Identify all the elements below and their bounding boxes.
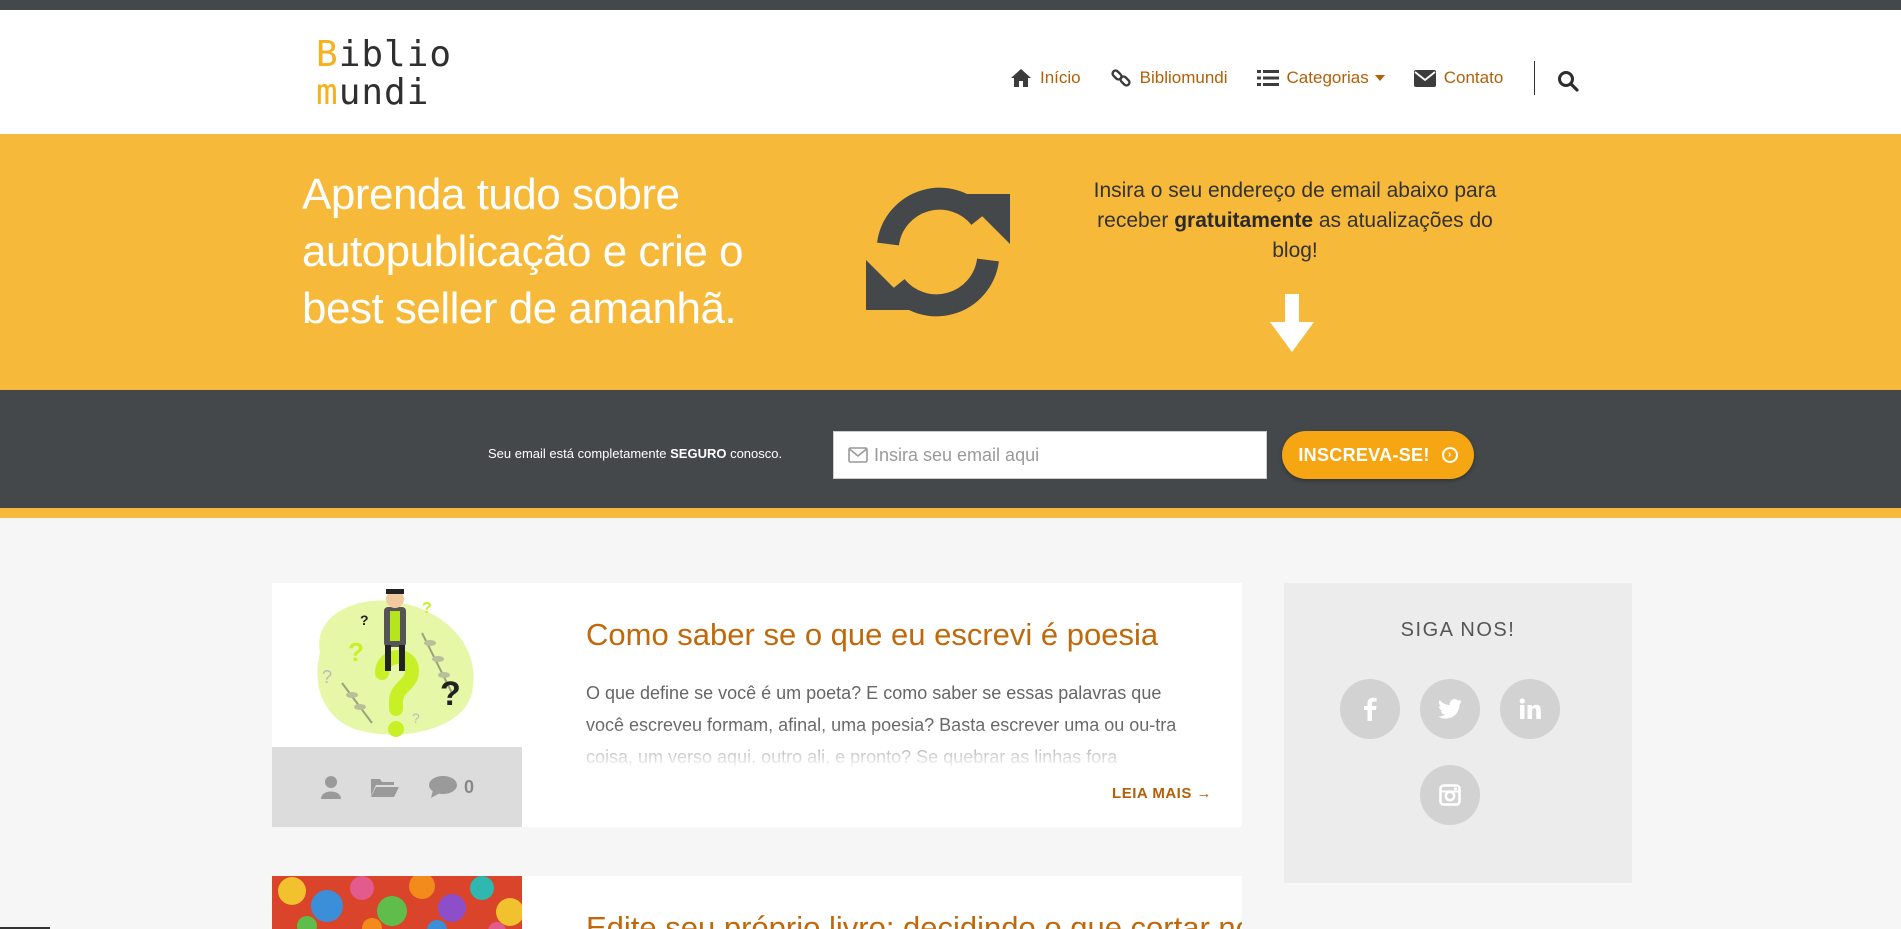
linkedin-button[interactable]	[1500, 679, 1560, 739]
logo-letter: m	[316, 72, 339, 113]
author-link[interactable]	[320, 775, 342, 799]
envelope-icon	[1413, 69, 1436, 87]
svg-text:?: ?	[422, 600, 432, 617]
post-card: ? ? ? ? ? ? 0 Como saber se o que eu esc…	[272, 583, 1242, 827]
search-icon	[1558, 71, 1579, 92]
subscribe-label: INSCREVA-SE!	[1298, 444, 1430, 465]
nav-item-bibliomundi[interactable]: Bibliomundi	[1110, 67, 1228, 89]
note-text: Seu email está completamente	[488, 446, 671, 461]
privacy-note: Seu email está completamente SEGURO cono…	[488, 446, 782, 461]
post-title[interactable]: Como saber se o que eu escrevi é poesia	[586, 617, 1158, 653]
site-logo[interactable]: Biblio mundi	[312, 28, 452, 118]
instagram-button[interactable]	[1420, 765, 1480, 825]
newsletter-signup: Seu email está completamente SEGURO cono…	[0, 390, 1901, 518]
chevron-down-icon	[1374, 75, 1385, 81]
logo-letter: B	[316, 34, 339, 75]
post-title[interactable]: Edite seu próprio livro: decidindo o que…	[586, 910, 1242, 929]
post-thumbnail[interactable]: ? ? ? ? ? ?	[272, 583, 522, 747]
facebook-icon	[1364, 697, 1377, 721]
nav-item-inicio[interactable]: Início	[1010, 68, 1081, 88]
main-nav: Início Bibliomundi Categorias Contato	[1010, 54, 1579, 102]
nav-item-categorias[interactable]: Categorias	[1256, 68, 1385, 88]
twitter-icon	[1438, 699, 1462, 719]
svg-text:?: ?	[348, 637, 364, 667]
category-link[interactable]	[370, 776, 400, 798]
nav-label: Bibliomundi	[1139, 68, 1228, 87]
svg-text:?: ?	[440, 675, 461, 713]
twitter-button[interactable]	[1420, 679, 1480, 739]
note-text: conosco.	[726, 446, 783, 461]
refresh-icon	[860, 174, 1016, 335]
svg-text:?: ?	[412, 710, 420, 726]
arrow-right-circle-icon: ›	[1441, 447, 1458, 463]
user-icon	[320, 776, 341, 799]
list-icon	[1256, 70, 1279, 86]
comments-link[interactable]: 0	[428, 775, 474, 799]
subscribe-button[interactable]: INSCREVA-SE! ›	[1282, 431, 1474, 479]
site-header: Biblio mundi Início Bibliomundi Categori…	[0, 10, 1901, 134]
link-icon	[1111, 69, 1131, 87]
logo-text: undi	[338, 72, 430, 113]
nav-divider	[1534, 61, 1536, 95]
top-strip	[0, 0, 1901, 10]
email-input[interactable]	[874, 444, 1254, 466]
post-card: Edite seu próprio livro: decidindo o que…	[272, 876, 1242, 929]
sidebar-title: SIGA NOS!	[1400, 619, 1516, 641]
logo-text: iblio	[338, 34, 453, 75]
post-excerpt: O que define se você é um poeta? E como …	[586, 677, 1182, 769]
home-icon	[1011, 69, 1031, 87]
search-button[interactable]	[1557, 64, 1579, 92]
read-more-link[interactable]: LEIA MAIS →	[1112, 785, 1212, 802]
email-field[interactable]	[833, 431, 1267, 479]
post-thumbnail[interactable]	[272, 876, 522, 929]
linkedin-icon	[1519, 698, 1541, 719]
nav-label: Início	[1040, 68, 1081, 87]
nav-label: Categorias	[1286, 68, 1369, 87]
post-meta: 0	[272, 747, 522, 827]
comment-icon	[428, 776, 457, 798]
hero-title: Aprenda tudo sobre autopublicação e crie…	[302, 170, 744, 333]
instagram-icon	[1439, 784, 1461, 806]
comment-count: 0	[463, 776, 474, 797]
hero-text-bold: gratuitamente	[1174, 209, 1314, 232]
nav-label: Contato	[1443, 68, 1504, 87]
svg-text:?: ?	[322, 667, 332, 687]
envelope-outline-icon	[848, 447, 868, 463]
hero-banner: Aprenda tudo sobre autopublicação e crie…	[0, 134, 1901, 390]
arrow-down-icon	[1268, 294, 1316, 359]
sidebar-social: SIGA NOS!	[1284, 583, 1632, 883]
folder-open-icon	[370, 779, 399, 797]
note-bold: SEGURO	[670, 446, 727, 461]
nav-item-contato[interactable]: Contato	[1413, 68, 1504, 88]
svg-text:?: ?	[360, 612, 369, 628]
facebook-button[interactable]	[1340, 679, 1400, 739]
hero-description: Insira o seu endereço de email abaixo pa…	[1090, 176, 1500, 266]
